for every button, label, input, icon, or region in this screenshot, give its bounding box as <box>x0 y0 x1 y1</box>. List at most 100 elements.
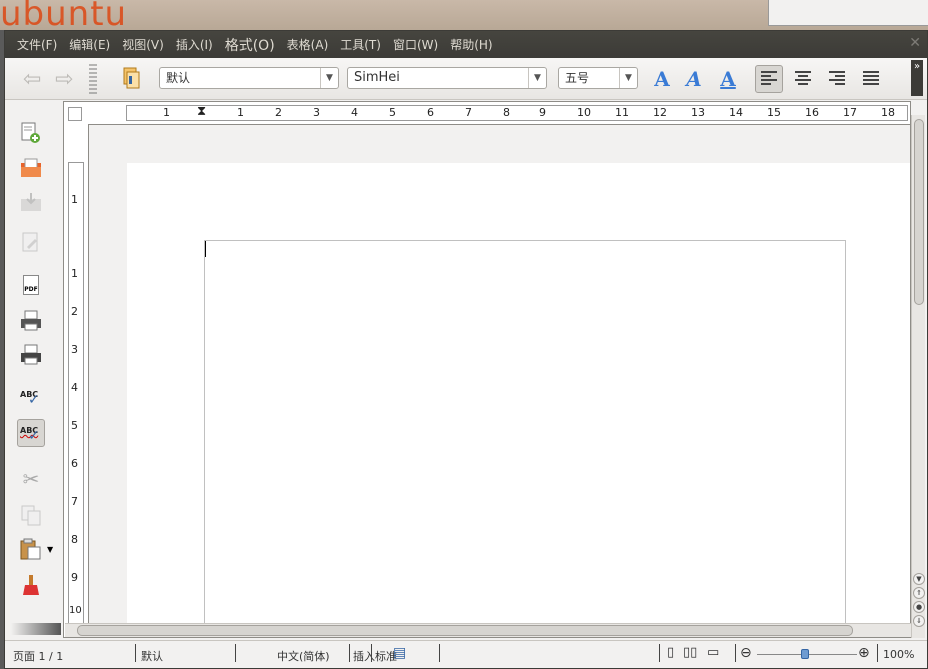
italic-button[interactable]: A <box>681 66 707 92</box>
language-indicator[interactable]: 中文(简体) <box>277 648 330 664</box>
new-document-icon[interactable] <box>17 119 45 147</box>
tab-stop-selector[interactable] <box>68 107 82 121</box>
menu-edit[interactable]: 编辑(E) <box>63 36 116 53</box>
vertical-ruler[interactable]: 1 1 2 3 4 5 6 7 8 9 10 <box>68 162 84 632</box>
ruler-label: 8 <box>71 533 78 546</box>
bold-button[interactable]: A <box>649 66 675 92</box>
left-indent-marker[interactable]: ⧗ <box>197 104 206 119</box>
close-icon[interactable]: ✕ <box>909 35 921 51</box>
toolbar-grip[interactable] <box>89 64 97 94</box>
document-page[interactable] <box>127 163 910 637</box>
ruler-label: 1 <box>163 106 170 119</box>
status-divider <box>877 644 878 662</box>
save-icon[interactable] <box>17 189 45 217</box>
export-pdf-icon[interactable]: PDF <box>17 271 45 299</box>
chevron-down-icon[interactable]: ▼ <box>320 68 338 88</box>
open-icon[interactable] <box>17 155 45 183</box>
menu-file[interactable]: 文件(F) <box>11 36 63 53</box>
text-cursor <box>205 241 206 257</box>
chevron-down-icon[interactable]: ▼ <box>528 68 546 88</box>
cut-icon[interactable]: ✂ <box>17 465 45 493</box>
spellcheck-icon[interactable]: ABC ✓ <box>17 383 45 411</box>
zoom-out-icon[interactable]: ⊖ <box>740 645 752 661</box>
ruler-label: 2 <box>71 305 78 318</box>
justify-button[interactable] <box>857 65 885 93</box>
menu-format[interactable]: 格式(O) <box>219 35 281 55</box>
chevron-down-icon[interactable]: ▼ <box>47 545 53 554</box>
undo-icon[interactable]: ⇦ <box>23 67 41 92</box>
ruler-label: 2 <box>275 106 282 119</box>
menu-tools[interactable]: 工具(T) <box>334 36 387 53</box>
paragraph-style-value: 默认 <box>166 71 191 85</box>
copy-icon[interactable] <box>17 501 45 529</box>
document-area: 1 ⧗ 1 2 3 4 5 6 7 8 9 10 11 12 13 14 15 … <box>63 101 911 638</box>
underline-button[interactable]: A <box>715 66 741 92</box>
menu-view[interactable]: 视图(V) <box>116 36 170 53</box>
ruler-label: 5 <box>71 419 78 432</box>
text-boundary[interactable] <box>204 240 846 637</box>
sidebar-expand-handle[interactable] <box>11 623 61 635</box>
ruler-label: 7 <box>71 495 78 508</box>
previous-page-icon[interactable]: ⇑ <box>913 587 925 599</box>
toolbar-overflow-button[interactable]: » <box>911 60 923 96</box>
ruler-label: 3 <box>313 106 320 119</box>
font-size-combo[interactable]: 五号 ▼ <box>558 67 638 89</box>
ruler-label: 5 <box>389 106 396 119</box>
ruler-label: 1 <box>71 193 78 206</box>
menu-table[interactable]: 表格(A) <box>281 36 335 53</box>
single-page-view-icon[interactable]: ▯ <box>667 645 674 660</box>
multi-page-view-icon[interactable]: ▯▯ <box>683 645 697 660</box>
navigator-icon[interactable]: ● <box>913 601 925 613</box>
horizontal-scrollbar[interactable] <box>65 623 911 637</box>
status-divider <box>235 644 236 662</box>
statusbar: 页面 1 / 1 默认 中文(简体) 插入 标准 ▤ ▯ ▯▯ ▭ ⊖ ⊕ 10… <box>5 640 927 668</box>
font-name-combo[interactable]: SimHei ▼ <box>347 67 547 89</box>
redo-icon[interactable]: ⇨ <box>55 67 73 92</box>
status-divider <box>135 644 136 662</box>
menu-help[interactable]: 帮助(H) <box>444 36 498 53</box>
ruler-label: 8 <box>503 106 510 119</box>
menu-insert[interactable]: 插入(I) <box>170 36 219 53</box>
ruler-label: 11 <box>615 106 629 119</box>
ruler-label: 15 <box>767 106 781 119</box>
document-modified-icon[interactable]: ▤ <box>393 645 406 661</box>
zoom-level[interactable]: 100% <box>883 648 914 661</box>
menubar: 文件(F) 编辑(E) 视图(V) 插入(I) 格式(O) 表格(A) 工具(T… <box>5 31 927 58</box>
print-preview-icon[interactable] <box>17 341 45 369</box>
ruler-label: 9 <box>539 106 546 119</box>
print-direct-icon[interactable] <box>17 307 45 335</box>
next-page-icon[interactable]: ⇓ <box>913 615 925 627</box>
styles-formatting-icon[interactable] <box>121 66 143 90</box>
menu-window[interactable]: 窗口(W) <box>387 36 444 53</box>
edit-file-icon[interactable] <box>17 229 45 257</box>
chevron-down-icon[interactable]: ▼ <box>619 68 637 88</box>
zoom-slider-handle[interactable] <box>801 649 809 659</box>
ruler-label: 16 <box>805 106 819 119</box>
align-right-button[interactable] <box>823 65 851 93</box>
scroll-down-arrow-icon[interactable]: ▼ <box>913 573 925 585</box>
ruler-label: 3 <box>71 343 78 356</box>
zoom-in-icon[interactable]: ⊕ <box>858 645 870 661</box>
page-style-indicator[interactable]: 默认 <box>141 648 163 664</box>
align-center-button[interactable] <box>789 65 817 93</box>
horizontal-scrollbar-thumb[interactable] <box>77 625 853 636</box>
page-indicator[interactable]: 页面 1 / 1 <box>13 648 63 664</box>
vertical-scrollbar-thumb[interactable] <box>914 119 924 305</box>
paragraph-style-combo[interactable]: 默认 ▼ <box>159 67 339 89</box>
formatting-toolbar: ⇦ ⇨ 默认 ▼ SimHei ▼ 五号 ▼ A A A » <box>5 58 927 100</box>
ruler-label: 13 <box>691 106 705 119</box>
ruler-label: 10 <box>577 106 591 119</box>
ubuntu-logo: ubuntu <box>0 0 128 34</box>
horizontal-ruler[interactable]: 1 ⧗ 1 2 3 4 5 6 7 8 9 10 11 12 13 14 15 … <box>126 104 908 121</box>
paste-icon[interactable] <box>17 535 45 563</box>
ruler-label: 14 <box>729 106 743 119</box>
book-view-icon[interactable]: ▭ <box>707 645 719 660</box>
clone-formatting-icon[interactable] <box>17 571 45 599</box>
vertical-scrollbar[interactable]: ▼ ⇑ ● ⇓ <box>911 115 925 638</box>
ruler-label: 4 <box>351 106 358 119</box>
align-left-button[interactable] <box>755 65 783 93</box>
autospellcheck-icon[interactable]: ABC ✓ <box>17 419 45 447</box>
ruler-label: 4 <box>71 381 78 394</box>
pdf-document-icon: PDF <box>23 275 39 295</box>
standard-toolbar: PDF ABC ✓ ABC ✓ ✂ ▼ <box>5 101 61 637</box>
